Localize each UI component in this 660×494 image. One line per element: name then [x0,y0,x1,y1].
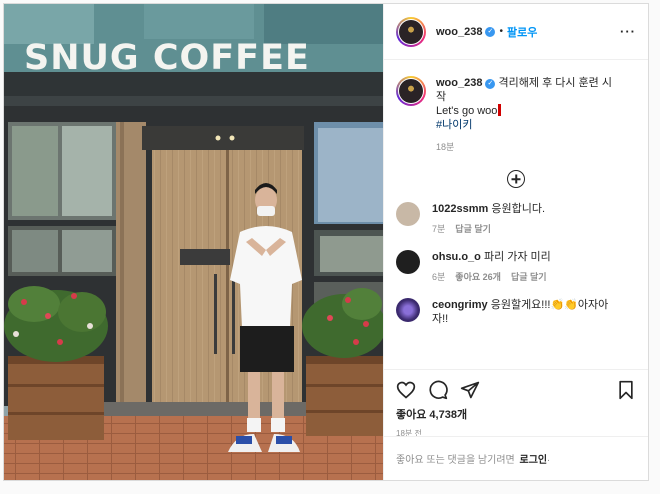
heart-icon[interactable] [396,380,416,400]
caption-age: 18분 [436,142,455,152]
comment-username[interactable]: ceongrimy [432,299,488,311]
comment-username[interactable]: 1022ssmm [432,203,488,215]
share-icon[interactable] [460,380,480,400]
post-dialog: SNUG COFFEE woo_238 ✓ • 팔로우 ··· woo_238 ✓… [3,3,649,481]
like-count[interactable]: 좋아요 4,738개 [396,406,636,422]
comment-age: 6분 [432,272,446,282]
post-caption: woo_238 ✓ 격리해제 후 다시 훈련 시 작 Let's go woo #… [396,76,636,154]
post-header: woo_238 ✓ • 팔로우 ··· [384,4,648,60]
comment-likes[interactable]: 좋아요 26개 [455,272,501,282]
login-link[interactable]: 로그인 [520,451,548,466]
reply-button[interactable]: 답글 달기 [455,224,491,234]
caption-text-line2: 작 [436,91,447,103]
comments-list[interactable]: woo_238 ✓ 격리해제 후 다시 훈련 시 작 Let's go woo #… [384,60,648,369]
comment-text: 파리 가자 미리 [483,251,551,263]
comment-text: 응원할게요!!!👏👏아자아 [490,299,609,311]
post-side-panel: woo_238 ✓ • 팔로우 ··· woo_238 ✓ 격리해제 후 다시 훈… [383,4,648,480]
author-avatar[interactable] [396,16,426,47]
comment-username[interactable]: ohsu.o_o [432,251,481,263]
comment-icon[interactable] [428,380,448,400]
author-username[interactable]: woo_238 [436,26,482,38]
login-prompt-text: 좋아요 또는 댓글을 남기려면 [396,455,515,466]
comment-age: 7분 [432,224,446,234]
login-prompt-suffix: . [547,453,550,464]
post-actions: 좋아요 4,738개 18분 전 [384,369,648,438]
verified-badge-icon: ✓ [485,26,496,37]
store-sign: SNUG COFFEE [24,38,310,78]
red-mark [498,104,502,116]
separator-dot: • [499,26,503,37]
comment-text-continued: 자!! [432,313,449,325]
bookmark-icon[interactable] [616,380,636,400]
comment-avatar[interactable] [396,202,420,226]
post-photo[interactable]: SNUG COFFEE [4,4,383,480]
reply-button[interactable]: 답글 달기 [511,272,547,282]
more-options-icon[interactable]: ··· [620,24,636,39]
caption-text-line1: 격리해제 후 다시 훈련 시 [498,77,612,89]
comment-avatar[interactable] [396,298,420,322]
comment-row: ceongrimy 응원할게요!!!👏👏아자아 자!! [396,298,636,326]
caption-avatar[interactable] [396,76,426,106]
verified-badge-icon: ✓ [485,79,496,89]
comment-avatar[interactable] [396,250,420,274]
comment-row: 1022ssmm 응원합니다. 7분 답글 달기 [396,202,636,236]
comment-row: ohsu.o_o 파리 가자 미리 6분 좋아요 26개 답글 달기 [396,250,636,284]
caption-username[interactable]: woo_238 [436,77,482,89]
plus-circle-icon[interactable] [507,170,525,188]
login-prompt: 좋아요 또는 댓글을 남기려면 로그인. [384,436,648,480]
comment-text: 응원합니다. [491,203,545,215]
follow-button[interactable]: 팔로우 [507,24,537,40]
caption-text-line3: Let's go woo [436,105,498,117]
caption-hashtag[interactable]: #나이키 [436,119,472,131]
load-more-comments[interactable] [396,170,636,188]
